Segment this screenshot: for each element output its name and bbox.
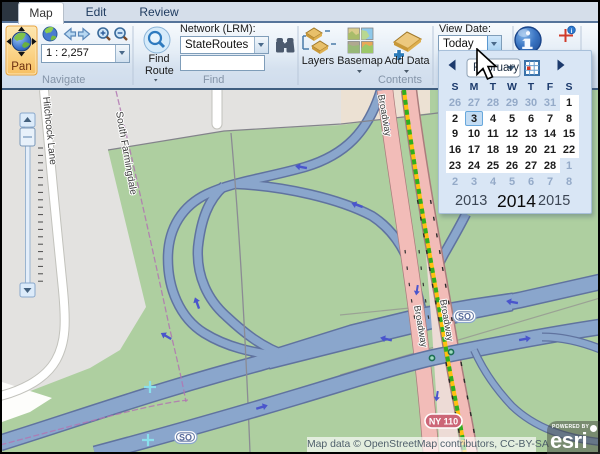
svg-text:SO: SO xyxy=(458,312,471,322)
svg-text:NY 110: NY 110 xyxy=(429,417,458,427)
svg-text:Pan: Pan xyxy=(11,61,31,73)
svg-text:SO: SO xyxy=(179,433,192,443)
